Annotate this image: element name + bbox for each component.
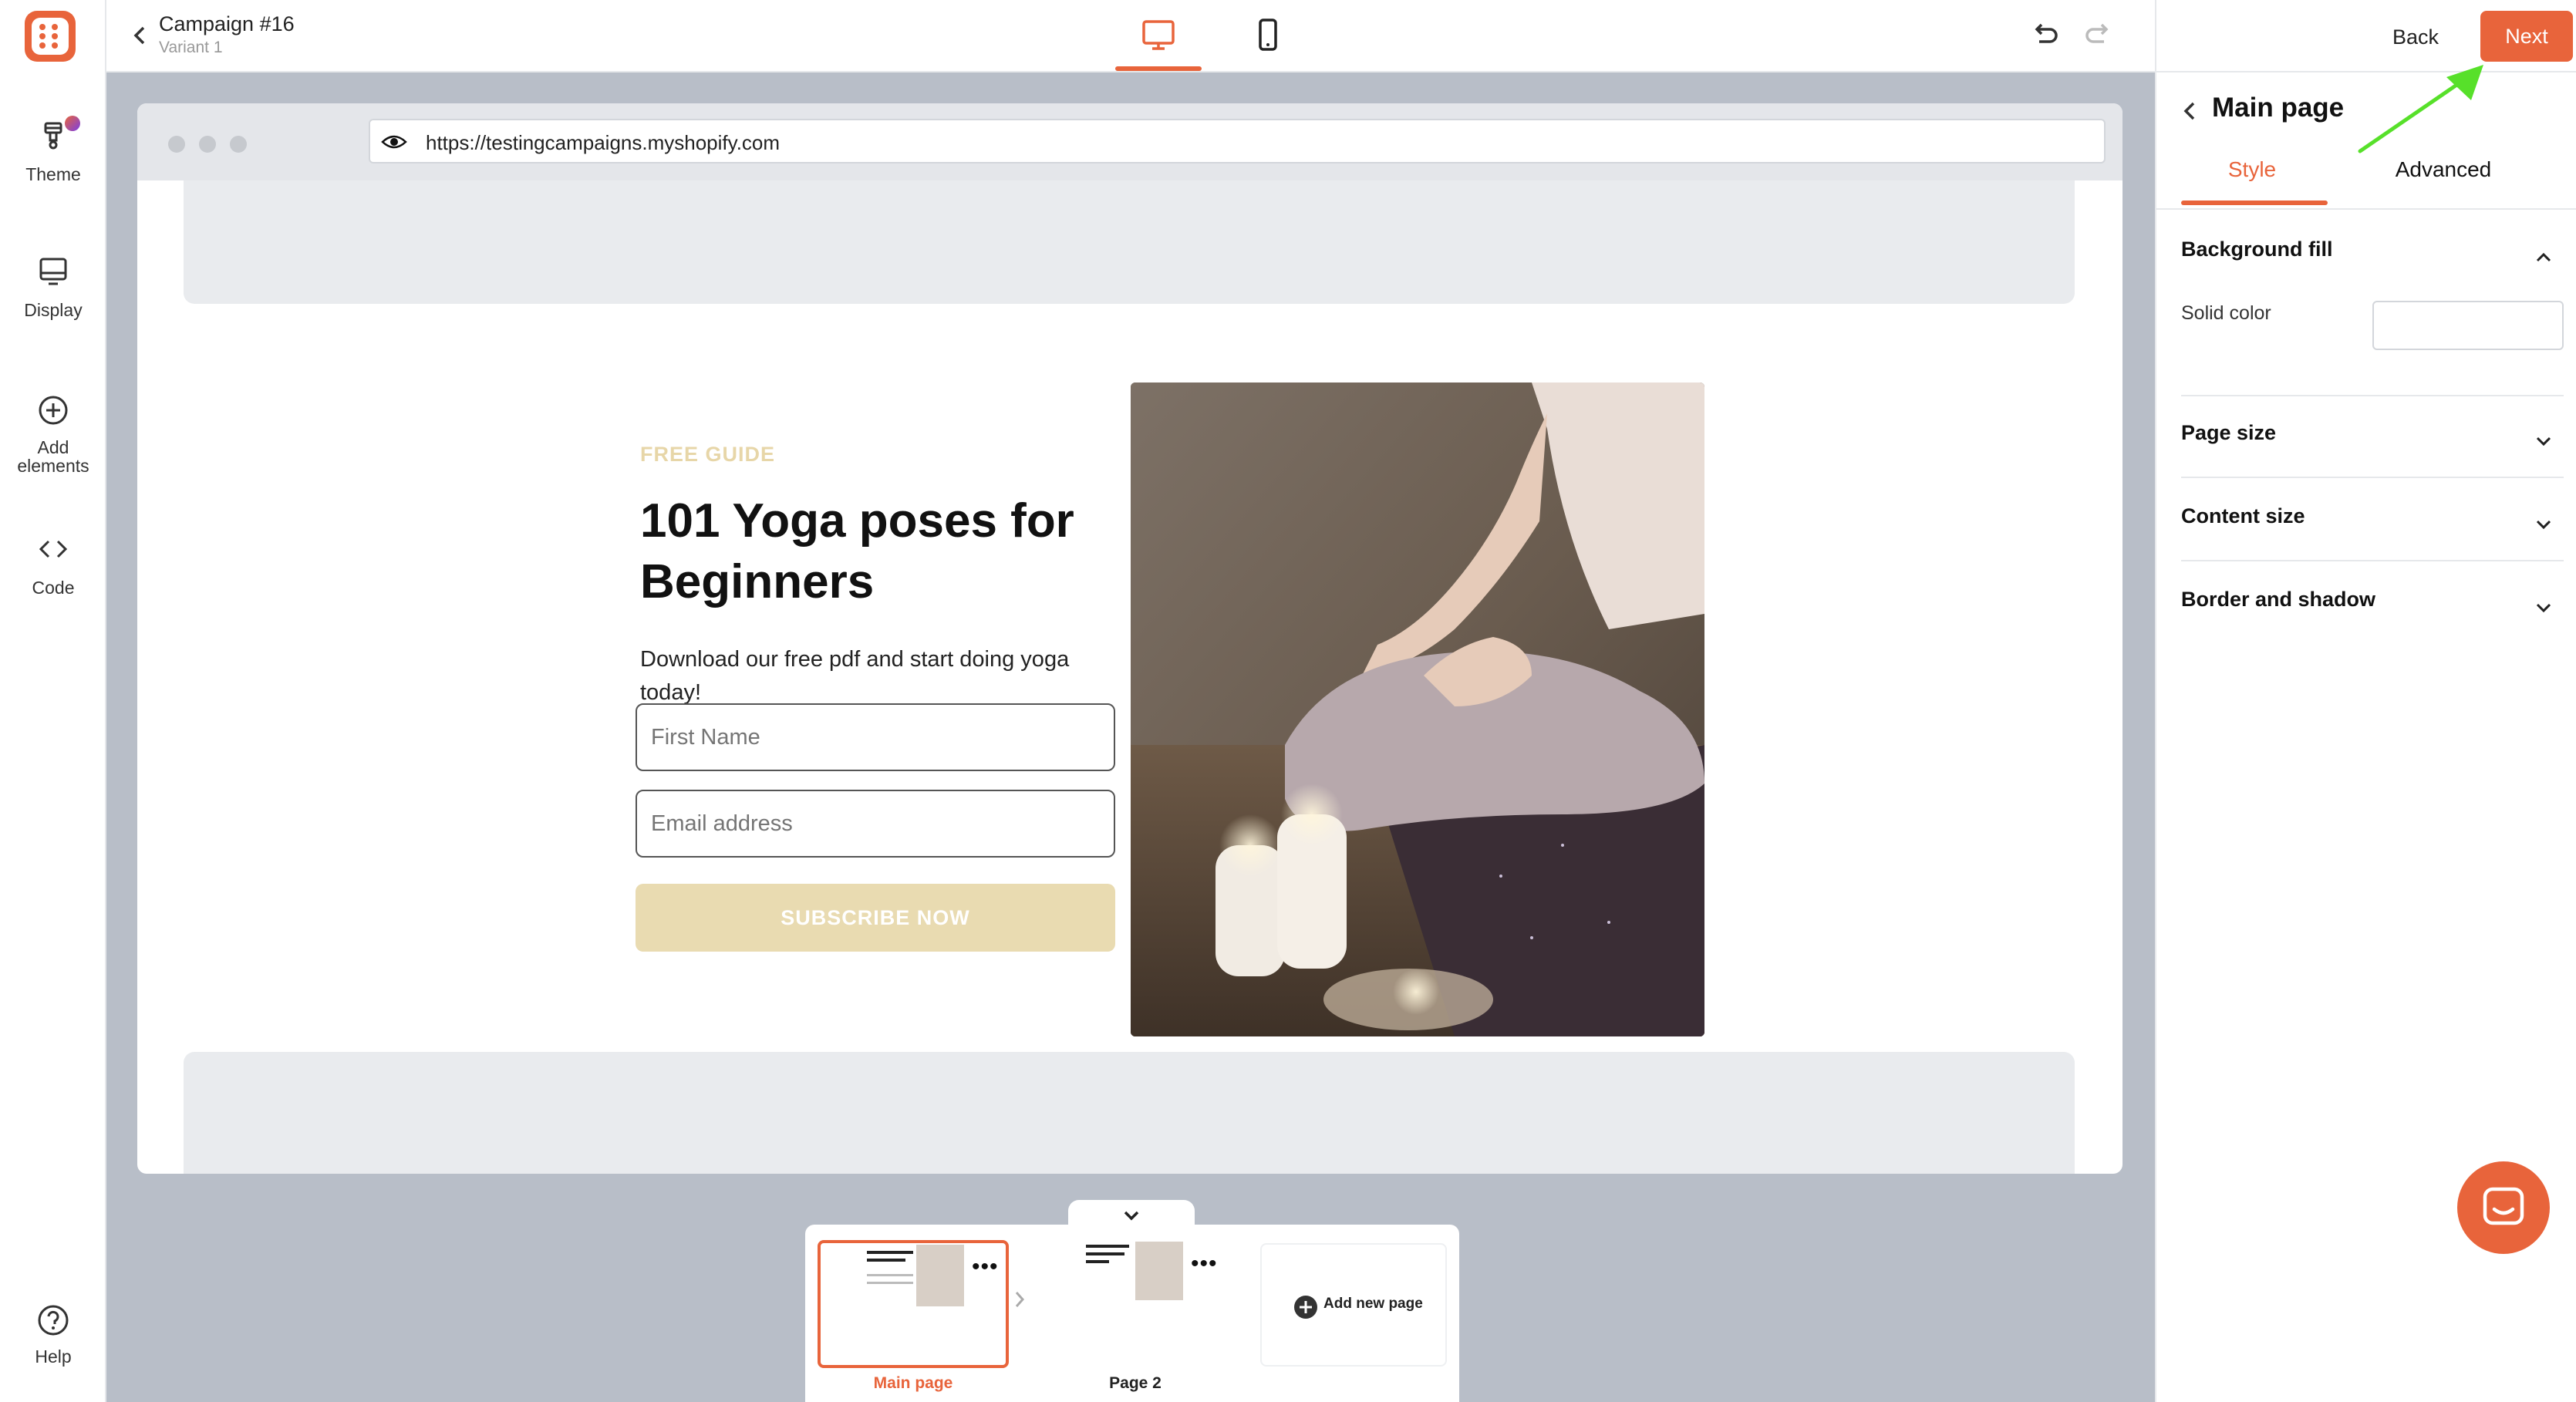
popup-description[interactable]: Download our free pdf and start doing yo… bbox=[640, 643, 1087, 709]
section-divider bbox=[2181, 560, 2564, 561]
editor-canvas: https://testingcampaigns.myshopify.com F… bbox=[106, 72, 2155, 1402]
page-caption-page-2: Page 2 bbox=[1109, 1374, 1162, 1392]
page-placeholder-top bbox=[184, 180, 2075, 304]
browser-preview: https://testingcampaigns.myshopify.com F… bbox=[137, 103, 2123, 1174]
url-bar: https://testingcampaigns.myshopify.com bbox=[369, 119, 2106, 163]
tab-style[interactable]: Style bbox=[2156, 157, 2348, 182]
popup-eyebrow[interactable]: FREE GUIDE bbox=[640, 443, 775, 467]
window-dot bbox=[230, 136, 247, 153]
tab-advanced[interactable]: Advanced bbox=[2348, 157, 2539, 182]
app-logo[interactable] bbox=[25, 11, 76, 62]
help-label: Help bbox=[35, 1346, 72, 1367]
chevron-left-icon[interactable] bbox=[125, 20, 156, 51]
back-button[interactable]: Back bbox=[2369, 15, 2462, 59]
browser-chrome: https://testingcampaigns.myshopify.com bbox=[137, 103, 2123, 180]
help-question-icon bbox=[38, 1305, 69, 1336]
chevron-down-icon bbox=[1124, 1211, 1139, 1221]
tabs-divider bbox=[2156, 208, 2576, 210]
yoga-photo[interactable] bbox=[1131, 383, 1704, 1036]
solid-color-swatch[interactable] bbox=[2372, 301, 2564, 350]
redo-icon[interactable] bbox=[2081, 19, 2115, 52]
green-arrow-annotation bbox=[2358, 65, 2483, 153]
pages-panel: ••• Main page ••• Page 2 Add new page bbox=[805, 1225, 1459, 1402]
url-text: https://testingcampaigns.myshopify.com bbox=[426, 131, 781, 154]
subscribe-button[interactable]: SUBSCRIBE NOW bbox=[636, 884, 1115, 952]
plus-circle-icon bbox=[39, 396, 68, 425]
section-content-size[interactable]: Content size bbox=[2181, 504, 2305, 528]
active-device-indicator bbox=[1115, 66, 1202, 71]
desktop-view-icon[interactable] bbox=[1135, 14, 1182, 57]
chevron-up-icon[interactable] bbox=[2530, 244, 2557, 271]
add-new-page-label: Add new page bbox=[1323, 1296, 1423, 1312]
sidebar-item-theme[interactable]: Theme bbox=[0, 117, 106, 185]
chevron-down-icon[interactable] bbox=[2530, 594, 2557, 622]
mobile-view-icon[interactable] bbox=[1245, 14, 1291, 57]
window-dot bbox=[168, 136, 185, 153]
section-divider bbox=[2181, 477, 2564, 478]
sidebar-item-label: Code bbox=[32, 578, 75, 598]
page-thumbnail-main[interactable]: ••• bbox=[818, 1240, 1009, 1368]
sidebar-item-add-elements[interactable]: Add elements bbox=[0, 392, 106, 475]
eye-icon[interactable] bbox=[381, 131, 407, 153]
chevron-right-icon bbox=[1015, 1292, 1025, 1307]
window-dot bbox=[199, 136, 216, 153]
sidebar-item-label: Theme bbox=[25, 164, 81, 184]
top-toolbar: Campaign #16 Variant 1 bbox=[106, 0, 2155, 72]
campaign-title: Campaign #16 bbox=[159, 12, 295, 35]
email-input[interactable] bbox=[636, 790, 1115, 858]
more-options-icon[interactable]: ••• bbox=[972, 1255, 999, 1279]
section-border-and-shadow[interactable]: Border and shadow bbox=[2181, 588, 2375, 612]
sidebar-item-display[interactable]: Display bbox=[0, 253, 106, 321]
popup-headline[interactable]: 101 Yoga poses for Beginners bbox=[640, 490, 1103, 612]
page-caption-main: Main page bbox=[873, 1374, 953, 1392]
settings-title: Main page bbox=[2212, 93, 2345, 123]
monitor-icon bbox=[39, 258, 67, 285]
page-placeholder-bottom bbox=[184, 1052, 2075, 1174]
solid-color-label: Solid color bbox=[2181, 302, 2271, 324]
chevron-down-icon[interactable] bbox=[2530, 511, 2557, 538]
sidebar-item-label: Display bbox=[24, 300, 83, 320]
active-tab-indicator bbox=[2181, 201, 2328, 205]
first-name-input[interactable] bbox=[636, 703, 1115, 771]
sidebar-item-code[interactable]: Code bbox=[0, 531, 106, 598]
section-divider bbox=[2181, 395, 2564, 396]
chat-bubble-icon bbox=[2483, 1187, 2524, 1225]
undo-icon[interactable] bbox=[2028, 19, 2062, 52]
section-background-fill[interactable]: Background fill bbox=[2181, 238, 2333, 261]
sidebar-item-label: Add elements bbox=[17, 437, 89, 476]
add-new-page-button[interactable]: Add new page bbox=[1260, 1243, 1447, 1367]
plus-circle-filled-icon bbox=[1294, 1296, 1317, 1319]
section-page-size[interactable]: Page size bbox=[2181, 421, 2276, 445]
notification-dot bbox=[65, 116, 80, 131]
next-button[interactable]: Next bbox=[2480, 11, 2573, 62]
variant-label: Variant 1 bbox=[159, 39, 223, 56]
page-thumbnail-page-2[interactable]: ••• bbox=[1040, 1240, 1231, 1368]
code-brackets-icon bbox=[39, 540, 68, 558]
more-options-icon[interactable]: ••• bbox=[1191, 1252, 1218, 1276]
chat-launcher-button[interactable] bbox=[2457, 1161, 2550, 1254]
left-sidebar: Theme Display Add elements Code Help bbox=[0, 0, 106, 1402]
chevron-left-icon[interactable] bbox=[2175, 96, 2206, 126]
yoga-photo-illustration bbox=[1131, 383, 1704, 1036]
sidebar-item-help[interactable]: Help bbox=[0, 1302, 106, 1367]
chevron-down-icon[interactable] bbox=[2530, 427, 2557, 455]
